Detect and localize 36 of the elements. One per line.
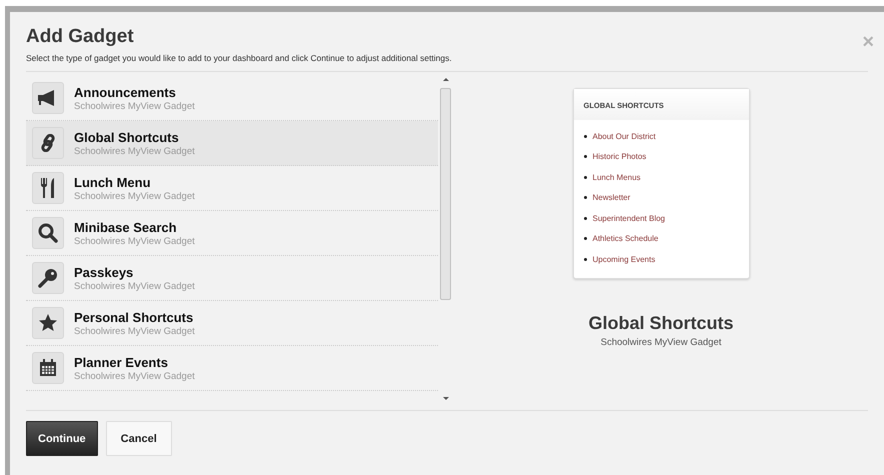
bullet-icon <box>584 134 586 138</box>
scroll-up-icon[interactable] <box>443 78 449 81</box>
scroll-down-icon[interactable] <box>443 397 449 400</box>
preview-title: Global Shortcuts <box>588 312 734 334</box>
shortcut-link[interactable]: Upcoming Events <box>592 254 656 264</box>
gadget-item[interactable]: Personal Shortcuts Schoolwires MyView Gadget <box>26 301 438 346</box>
star-icon <box>38 313 58 333</box>
link-icon <box>39 134 57 152</box>
gadget-item[interactable]: Global Shortcuts Schoolwires MyView Gadget <box>26 121 438 166</box>
shortcut-link[interactable]: Superintendent Blog <box>592 214 665 223</box>
dialog-title: Add Gadget <box>26 26 135 48</box>
bullet-icon <box>584 258 586 261</box>
bullet-icon <box>584 155 586 158</box>
shortcut-link[interactable]: About Our District <box>592 132 656 141</box>
fork-knife-icon <box>40 178 56 198</box>
shortcut-link[interactable]: Athletics Schedule <box>592 234 658 244</box>
calendar-icon <box>39 359 57 377</box>
shortcut-link[interactable]: Newsletter <box>592 193 630 202</box>
gadget-item[interactable]: Planner Events Schoolwires MyView Gadget <box>26 346 438 391</box>
gadget-item[interactable]: Passkeys Schoolwires MyView Gadget <box>26 256 438 301</box>
cancel-button[interactable]: Cancel <box>106 421 172 456</box>
continue-button[interactable]: Continue <box>26 421 98 456</box>
bullet-icon <box>584 237 586 240</box>
bullet-icon <box>584 216 586 220</box>
gadget-item[interactable]: Lunch Menu Schoolwires MyView Gadget <box>26 166 438 211</box>
search-icon <box>38 223 58 243</box>
scrollbar-thumb[interactable] <box>440 88 451 300</box>
gadget-item[interactable]: Minibase Search Schoolwires MyView Gadget <box>26 211 438 256</box>
preview-subtitle: Schoolwires MyView Gadget <box>600 336 722 348</box>
bullet-icon <box>584 176 586 179</box>
scrollbar[interactable] <box>438 76 454 402</box>
shortcut-link[interactable]: Historic Photos <box>592 152 646 162</box>
shortcut-link[interactable]: Lunch Menus <box>592 172 641 182</box>
bullet-icon <box>584 196 586 200</box>
key-icon <box>38 268 58 288</box>
dialog-description: Select the type of gadget you would like to add to your dashboard and click Continue to adjust additional settings. <box>26 53 453 63</box>
